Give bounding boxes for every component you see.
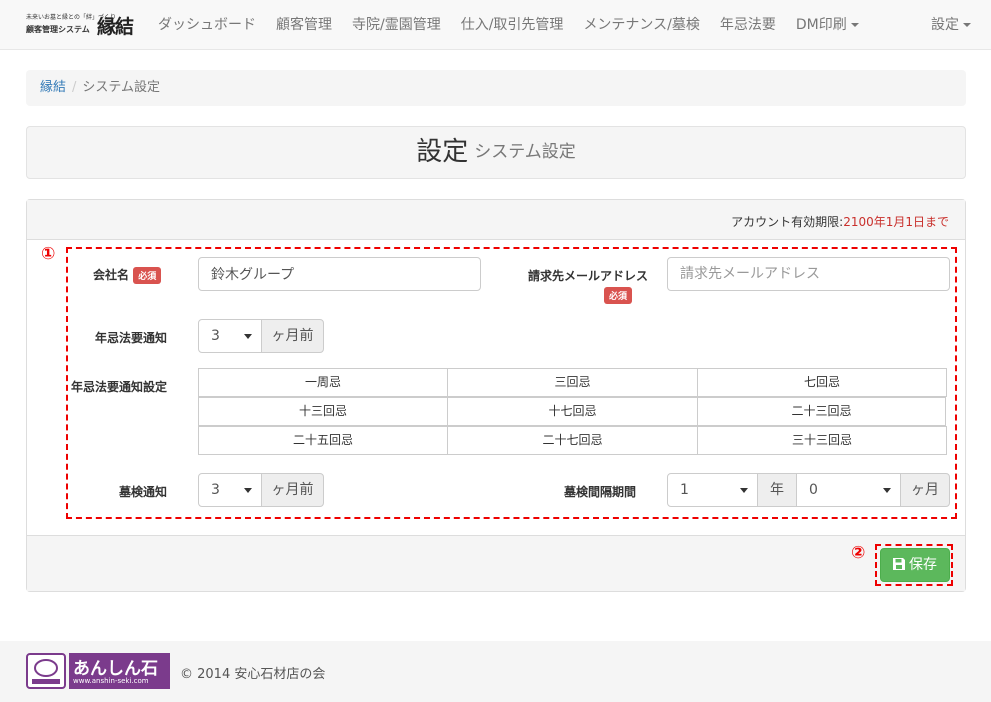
company-name-input[interactable] <box>198 257 481 291</box>
select-arrow-icon <box>244 488 252 493</box>
save-button-label: 保存 <box>909 557 937 573</box>
navbar: 未来いお墓と縁との「絆」づくり 顧客管理システム 縁結 ダッシュボード 顧客管理… <box>0 0 991 50</box>
breadcrumb-home-link[interactable]: 縁結 <box>40 80 66 95</box>
memorial-option-17[interactable]: 十七回忌 <box>447 397 698 426</box>
brand-logo[interactable]: 未来いお墓と縁との「絆」づくり 顧客管理システム 縁結 <box>26 11 138 39</box>
nav-item-dm-print[interactable]: DM印刷 <box>786 0 869 50</box>
logo-text: あんしん石 <box>73 659 158 679</box>
nav-item-temples[interactable]: 寺院/霊園管理 <box>342 0 451 50</box>
inspection-interval-label: 墓検間隔期間 <box>564 485 637 499</box>
inspection-notice-select[interactable]: 3 <box>198 473 262 507</box>
brand-subtitle: 顧客管理システム <box>26 24 90 34</box>
page-header: 設定 システム設定 <box>26 126 966 179</box>
interval-months-value: 0 <box>809 482 818 498</box>
anshin-emblem-icon <box>26 653 66 689</box>
inspection-notice-label: 墓検通知 <box>119 485 168 499</box>
memorial-notice-select[interactable]: 3 <box>198 319 262 353</box>
company-name-label: 会社名 必須 <box>93 266 162 284</box>
interval-years-value: 1 <box>680 482 689 498</box>
account-expiry-value: 2100年1月1日まで <box>843 215 949 229</box>
memorial-option-27[interactable]: 二十七回忌 <box>447 426 698 455</box>
account-expiry-label: アカウント有効期限: <box>731 215 844 229</box>
memorial-option-33[interactable]: 三十三回忌 <box>697 426 947 455</box>
page-footer: あんしん石 www.anshin-seki.com © 2014 安心石材店の会 <box>0 641 991 702</box>
marker-two: ② <box>851 543 866 563</box>
logo-wordmark: あんしん石 www.anshin-seki.com <box>69 653 170 689</box>
memorial-option-25[interactable]: 二十五回忌 <box>198 426 448 455</box>
nav-item-maintenance[interactable]: メンテナンス/墓検 <box>573 0 709 50</box>
breadcrumb-current: システム設定 <box>82 80 161 95</box>
select-arrow-icon <box>244 334 252 339</box>
main-nav: ダッシュボード 顧客管理 寺院/霊園管理 仕入/取引先管理 メンテナンス/墓検 … <box>148 0 869 50</box>
interval-years-select[interactable]: 1 <box>667 473 758 507</box>
brand-name: 縁結 <box>97 16 134 38</box>
memorial-option-7[interactable]: 七回忌 <box>697 368 947 397</box>
page-title: 設定 <box>416 137 469 167</box>
caret-down-icon <box>963 23 971 27</box>
required-badge: 必須 <box>604 287 633 304</box>
interval-years-unit: 年 <box>757 473 797 507</box>
memorial-option-23[interactable]: 二十三回忌 <box>697 397 946 426</box>
nav-settings-dropdown[interactable]: 設定 <box>921 0 981 50</box>
nav-item-dashboard[interactable]: ダッシュボード <box>148 0 266 50</box>
save-button[interactable]: 保存 <box>880 548 950 582</box>
nav-settings-label: 設定 <box>931 17 959 33</box>
interval-months-select[interactable]: 0 <box>796 473 901 507</box>
billing-email-label: 請求先メールアドレス <box>528 269 649 283</box>
nav-item-customers[interactable]: 顧客管理 <box>266 0 342 50</box>
billing-email-input[interactable] <box>667 257 950 291</box>
panel-footer <box>27 535 965 591</box>
account-expiry: アカウント有効期限:2100年1月1日まで <box>731 213 949 230</box>
copyright: © 2014 安心石材店の会 <box>180 667 326 682</box>
required-badge: 必須 <box>133 267 162 284</box>
select-arrow-icon <box>740 488 748 493</box>
anshin-seki-logo: あんしん石 www.anshin-seki.com <box>26 653 170 689</box>
marker-one: ① <box>41 244 56 264</box>
panel-header: アカウント有効期限:2100年1月1日まで <box>27 200 965 240</box>
page-subtitle: システム設定 <box>474 142 576 162</box>
breadcrumb: 縁結 / システム設定 <box>26 70 966 106</box>
breadcrumb-separator: / <box>72 80 77 95</box>
memorial-notice-value: 3 <box>211 328 220 344</box>
memorial-option-13[interactable]: 十三回忌 <box>198 397 448 426</box>
memorial-setting-label: 年忌法要通知設定 <box>71 380 168 394</box>
caret-down-icon <box>850 23 859 27</box>
nav-item-suppliers[interactable]: 仕入/取引先管理 <box>451 0 574 50</box>
nav-item-dm-print-label: DM印刷 <box>795 17 847 33</box>
memorial-notice-label: 年忌法要通知 <box>95 331 168 345</box>
memorial-option-1[interactable]: 一周忌 <box>198 368 448 397</box>
select-arrow-icon <box>883 488 891 493</box>
settings-panel: アカウント有効期限:2100年1月1日まで ① 会社名 必須 請求先メールアドレ… <box>26 199 966 592</box>
interval-months-unit: ヶ月 <box>900 473 950 507</box>
company-name-label-text: 会社名 <box>93 268 130 282</box>
memorial-notice-unit: ヶ月前 <box>261 319 324 353</box>
inspection-notice-value: 3 <box>211 482 220 498</box>
inspection-notice-unit: ヶ月前 <box>261 473 324 507</box>
nav-item-memorials[interactable]: 年忌法要 <box>710 0 786 50</box>
logo-url: www.anshin-seki.com <box>73 677 149 685</box>
floppy-disk-icon <box>893 558 905 570</box>
memorial-option-3[interactable]: 三回忌 <box>447 368 698 397</box>
